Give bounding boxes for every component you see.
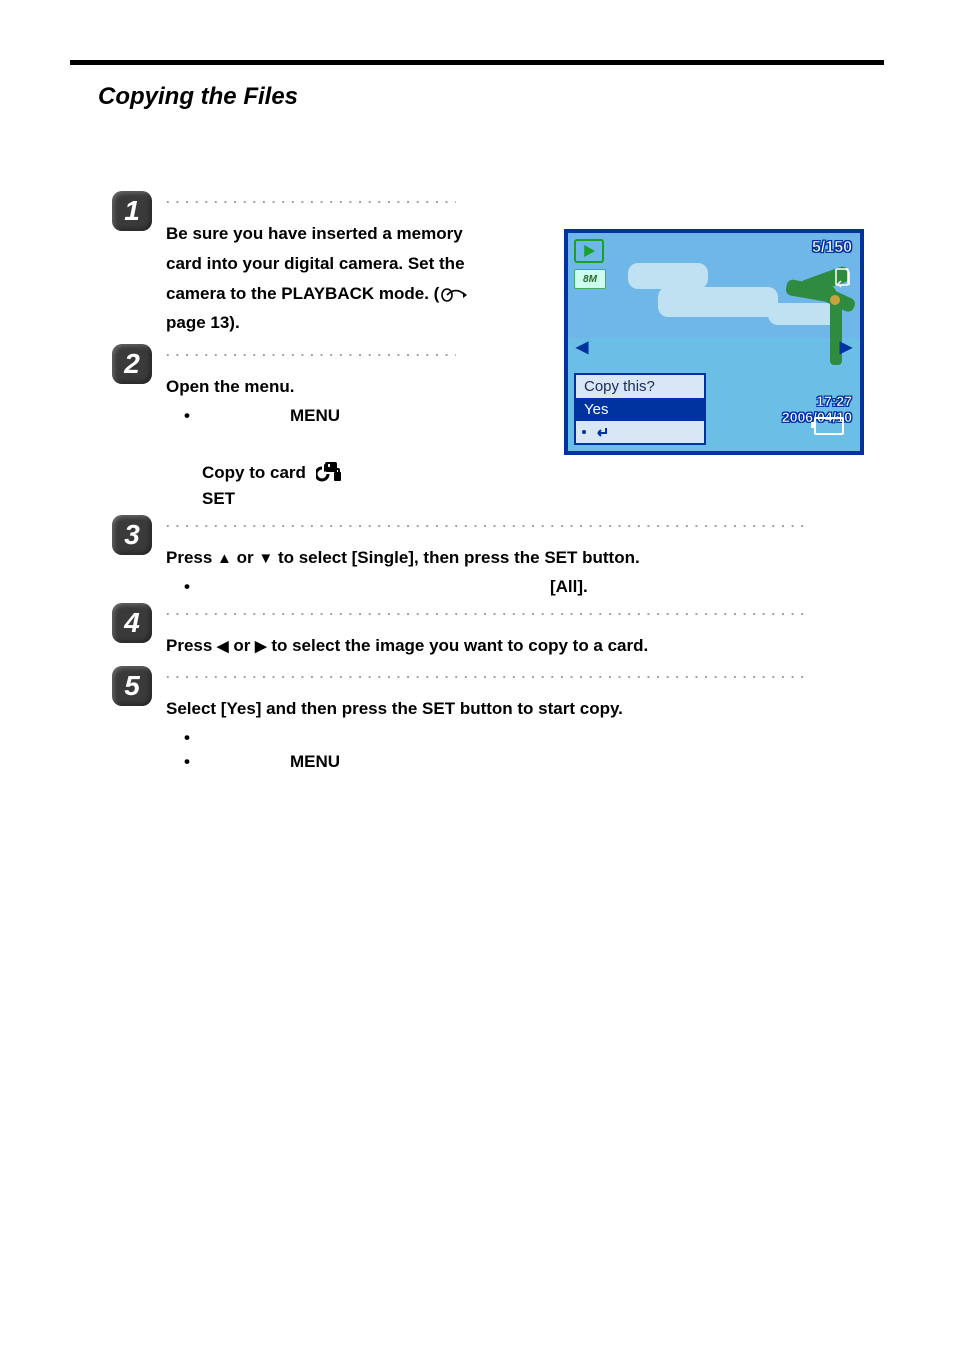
menu-label: MENU [290,752,340,772]
step-number-badge: 1 [112,191,152,231]
dialog-footer [576,421,704,443]
left-arrow-icon: ◀ [217,638,229,655]
t: to select [Single], then press the SET b… [273,548,639,567]
bullet-row: • [184,728,884,748]
dot-separator: .................................... [166,344,456,358]
up-arrow-icon: ▲ [217,550,232,567]
step-number-badge: 3 [112,515,152,555]
step-4: 4 ......................................… [112,603,884,661]
step-number-badge: 4 [112,603,152,643]
copy-to-card-icon [316,460,342,487]
t: to select the image you want to copy to … [267,636,649,655]
resolution-badge: 8M [574,269,606,289]
confirm-dialog: Copy this? Yes [574,373,706,445]
bullet-dot: • [184,577,190,597]
cloud-shape [658,287,778,317]
dot-separator: ........................................… [166,515,806,529]
bullet-dot: • [184,728,190,748]
bullet-dot: • [184,406,190,426]
t: Press [166,636,217,655]
step-text: Be sure you have inserted a memory card … [166,219,481,338]
camera-lcd-illustration: 8M 5/150 ◀ ▶ Copy this? Yes [564,229,864,455]
playback-mode-icon [574,239,604,263]
t: Press [166,548,217,567]
menu-label: MENU [290,406,340,426]
step-number-badge: 5 [112,666,152,706]
dialog-title: Copy this? [576,375,704,398]
down-arrow-icon: ▼ [258,550,273,567]
step-text: Select [Yes] and then press the SET butt… [166,694,884,724]
right-arrow-icon: ▶ [255,638,267,655]
page-title: Copying the Files [98,83,884,111]
step2-text: Open the menu. [166,377,294,396]
step1-line: Be sure you have inserted a memory card … [166,224,465,303]
file-lock-icon [834,267,852,289]
step-number-badge: 2 [112,344,152,384]
coconut-shape [830,295,840,305]
dot-separator: .................................... [166,191,456,205]
copy-to-card-row: Copy to card [202,460,884,487]
step-3: 3 ......................................… [112,515,884,597]
nav-left-icon: ◀ [576,337,588,357]
page-reference-icon [439,284,471,303]
step-text: Press ▲ or ▼ to select [Single], then pr… [166,543,884,573]
set-label-row: SET [202,489,884,509]
t: or [232,548,258,567]
cloud-shape [628,263,708,289]
all-option-label: [All]. [550,577,588,597]
bullet-row: • MENU [184,752,884,772]
step-text: Open the menu. [166,372,481,402]
back-arrow-icon [592,425,612,439]
set-label: SET [202,489,235,508]
time-text: 17:27 [782,394,852,409]
step1-pageref: page 13). [166,313,240,332]
dialog-yes-option: Yes [576,398,704,421]
step-5: 5 ......................................… [112,666,884,772]
t: or [229,636,255,655]
nav-right-icon: ▶ [840,337,852,357]
image-counter: 5/150 [812,239,852,257]
content-area: 8M 5/150 ◀ ▶ Copy this? Yes [112,191,884,772]
manual-page: Copying the Files 8M 5/1 [0,0,954,1350]
lcd-screen: 8M 5/150 ◀ ▶ Copy this? Yes [564,229,864,455]
divider-top [70,60,884,65]
copy-to-card-label: Copy to card [202,463,306,483]
dot-separator: ........................................… [166,603,806,617]
bullet-row: • [All]. [184,577,884,597]
step-text: Press ◀ or ▶ to select the image you wan… [166,631,884,661]
dot-separator: ........................................… [166,666,806,680]
lcd-top-left-icons: 8M [574,239,606,289]
bullet-dot: • [184,752,190,772]
cloud-shape [768,303,838,325]
